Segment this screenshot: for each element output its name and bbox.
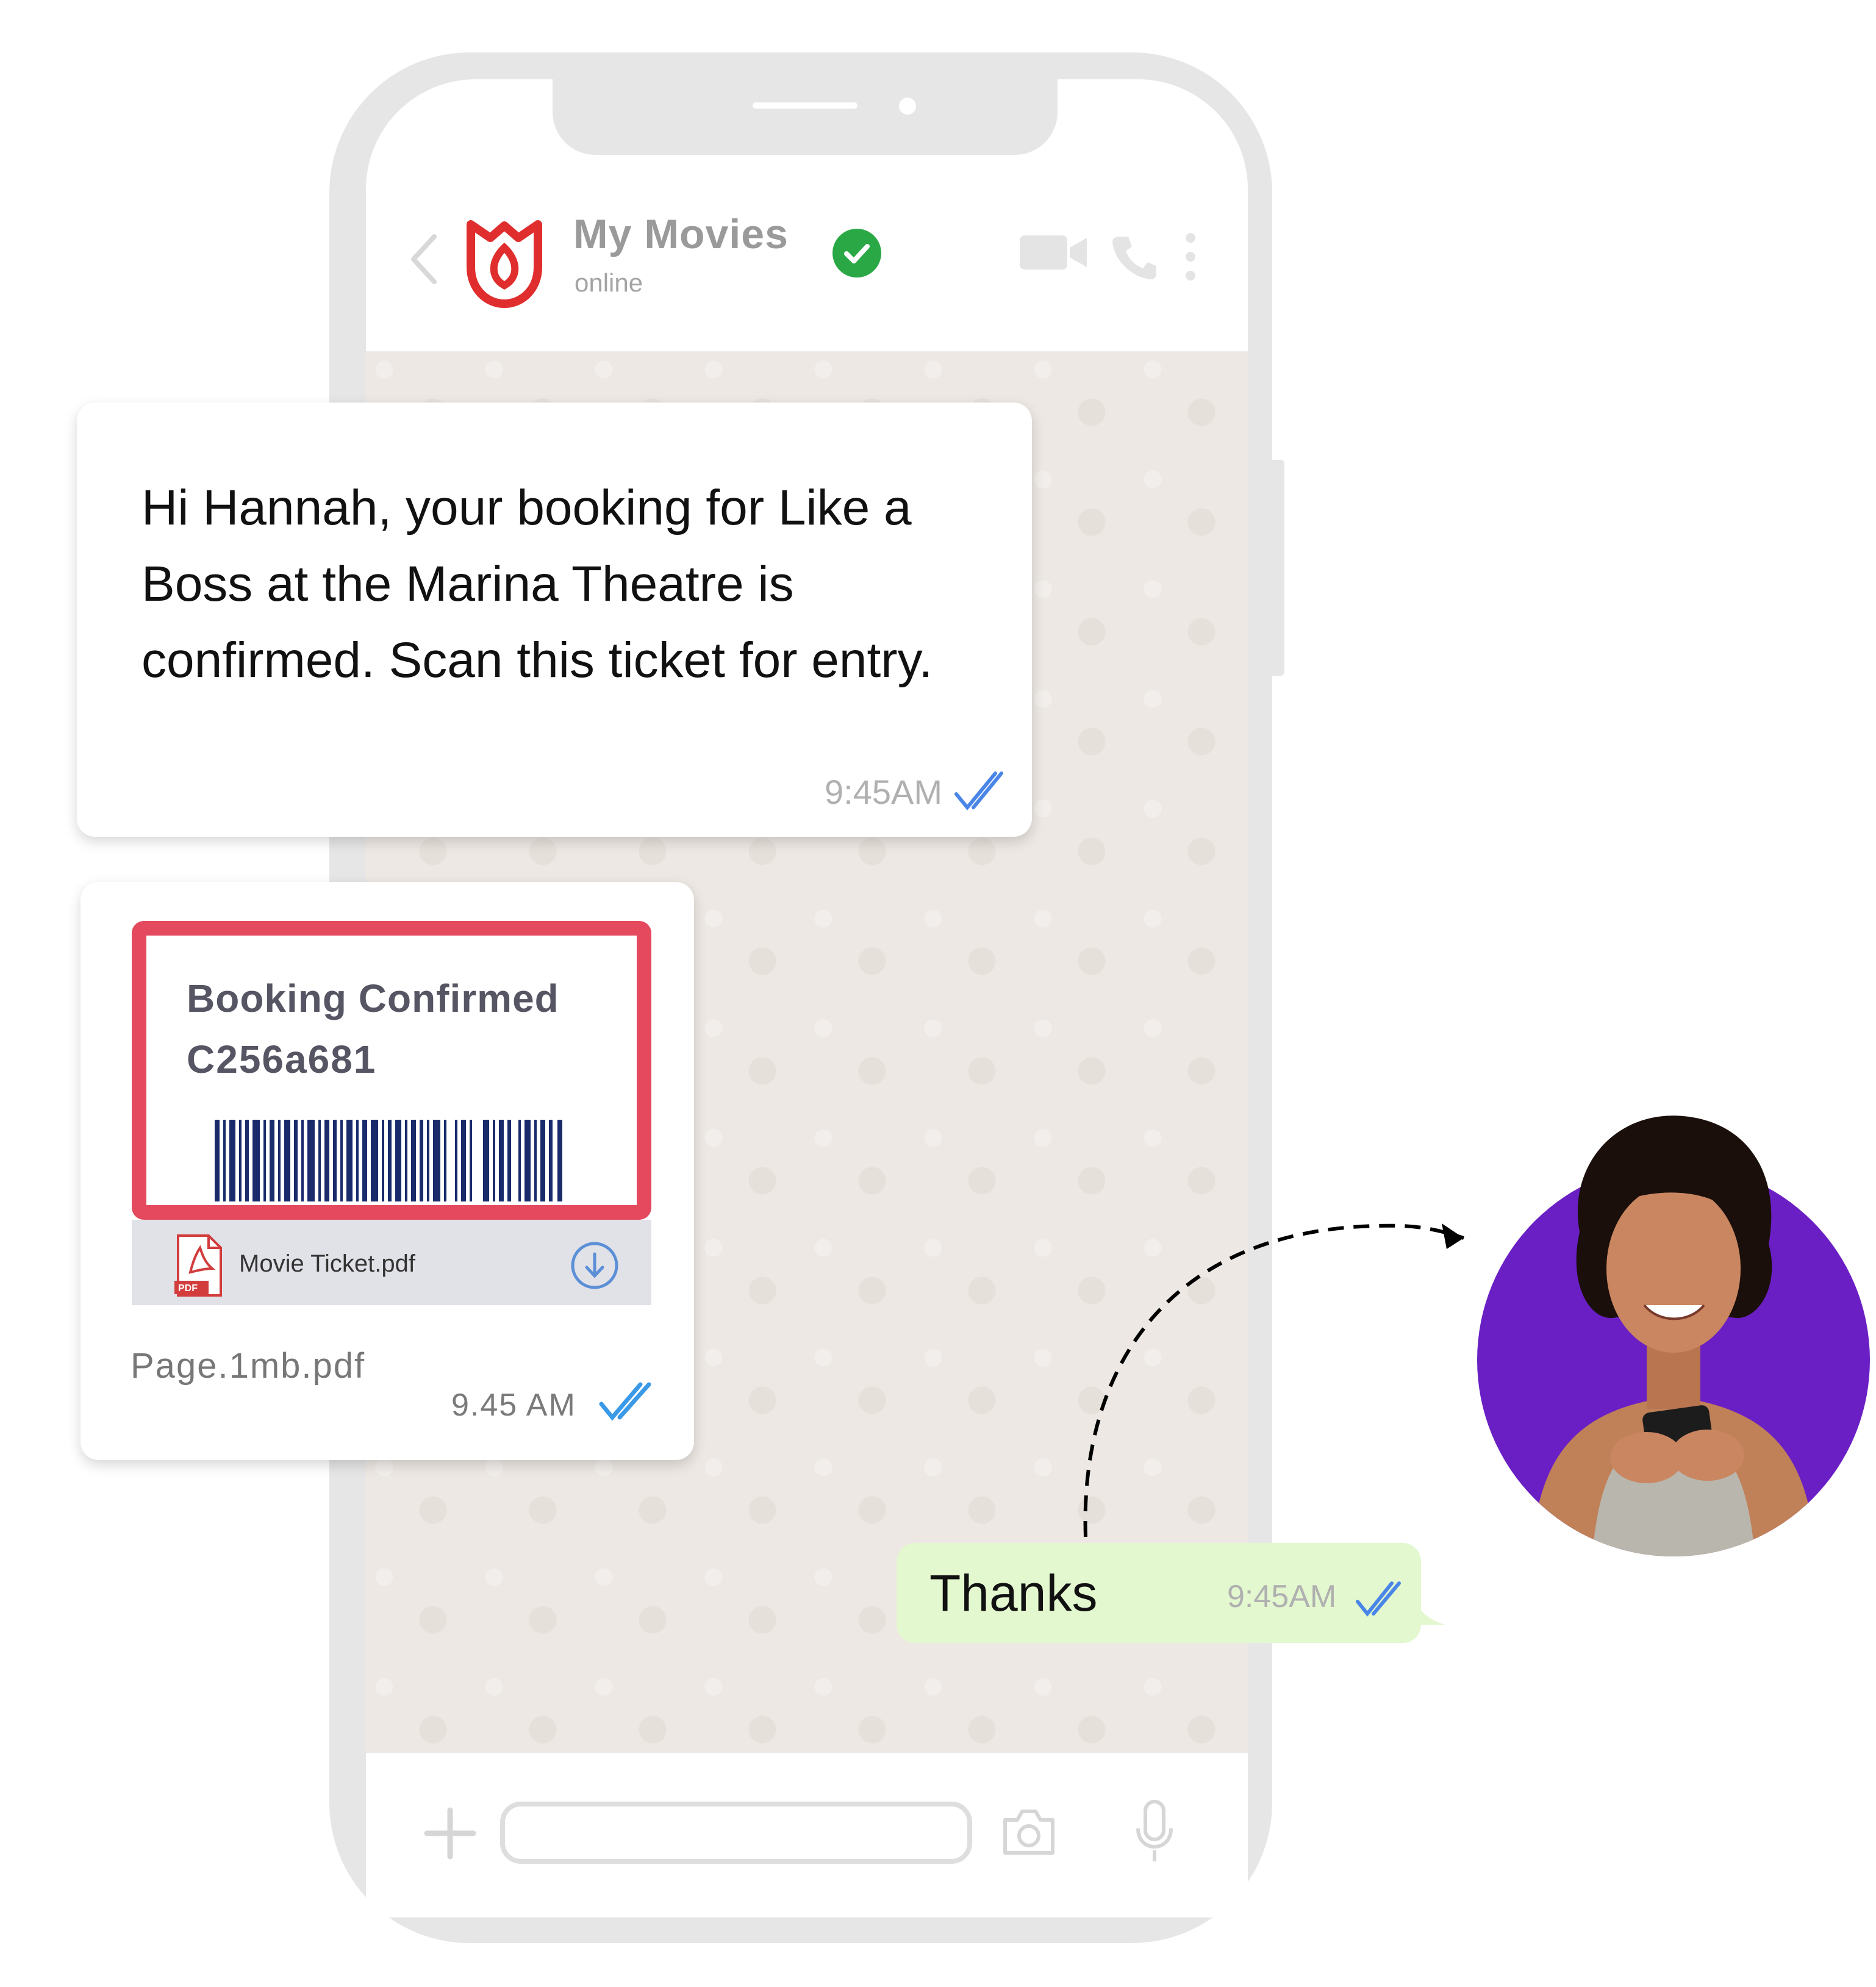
pdf-badge-text: PDF [178, 1283, 198, 1294]
attachment-caption: Page.1mb.pdf [131, 1346, 366, 1386]
message-text: Hi Hannah, your booking for Like a Boss … [141, 480, 933, 688]
contact-name[interactable]: My Movies [573, 210, 789, 258]
read-ticks-icon [599, 1382, 651, 1421]
file-name: Movie Ticket.pdf [239, 1250, 416, 1277]
verified-check-icon [832, 229, 881, 277]
read-ticks-icon [1356, 1581, 1401, 1617]
message-input[interactable] [500, 1802, 972, 1864]
front-camera-dot [899, 98, 916, 115]
download-icon[interactable] [570, 1241, 620, 1291]
booking-code: C256a681 [187, 1037, 377, 1081]
message-time: 9.45 AM [451, 1387, 576, 1423]
phone-speaker [753, 102, 857, 109]
pdf-file-icon: PDF [174, 1234, 222, 1297]
brand-logo [467, 220, 542, 308]
more-menu-icon[interactable] [1183, 229, 1198, 284]
message-text: Thanks [929, 1564, 1098, 1622]
camera-icon[interactable] [1000, 1805, 1058, 1858]
dashed-arrow-connector [1083, 1223, 1464, 1538]
phone-call-icon[interactable] [1110, 232, 1159, 281]
message-time: 9:45AM [1227, 1579, 1337, 1614]
back-arrow-icon[interactable] [403, 226, 445, 293]
ticket-title: Booking Confirmed [187, 976, 559, 1020]
phone-notch [553, 79, 1058, 155]
user-avatar [1477, 1115, 1870, 1556]
phone-side-button [1271, 460, 1284, 676]
microphone-icon[interactable] [1133, 1798, 1176, 1865]
contact-status: online [575, 268, 643, 297]
message-time: 9:45AM [825, 773, 942, 811]
barcode [215, 1120, 562, 1201]
plus-icon[interactable] [422, 1805, 478, 1861]
video-call-icon[interactable] [1017, 228, 1090, 277]
read-ticks-icon [954, 772, 1003, 811]
